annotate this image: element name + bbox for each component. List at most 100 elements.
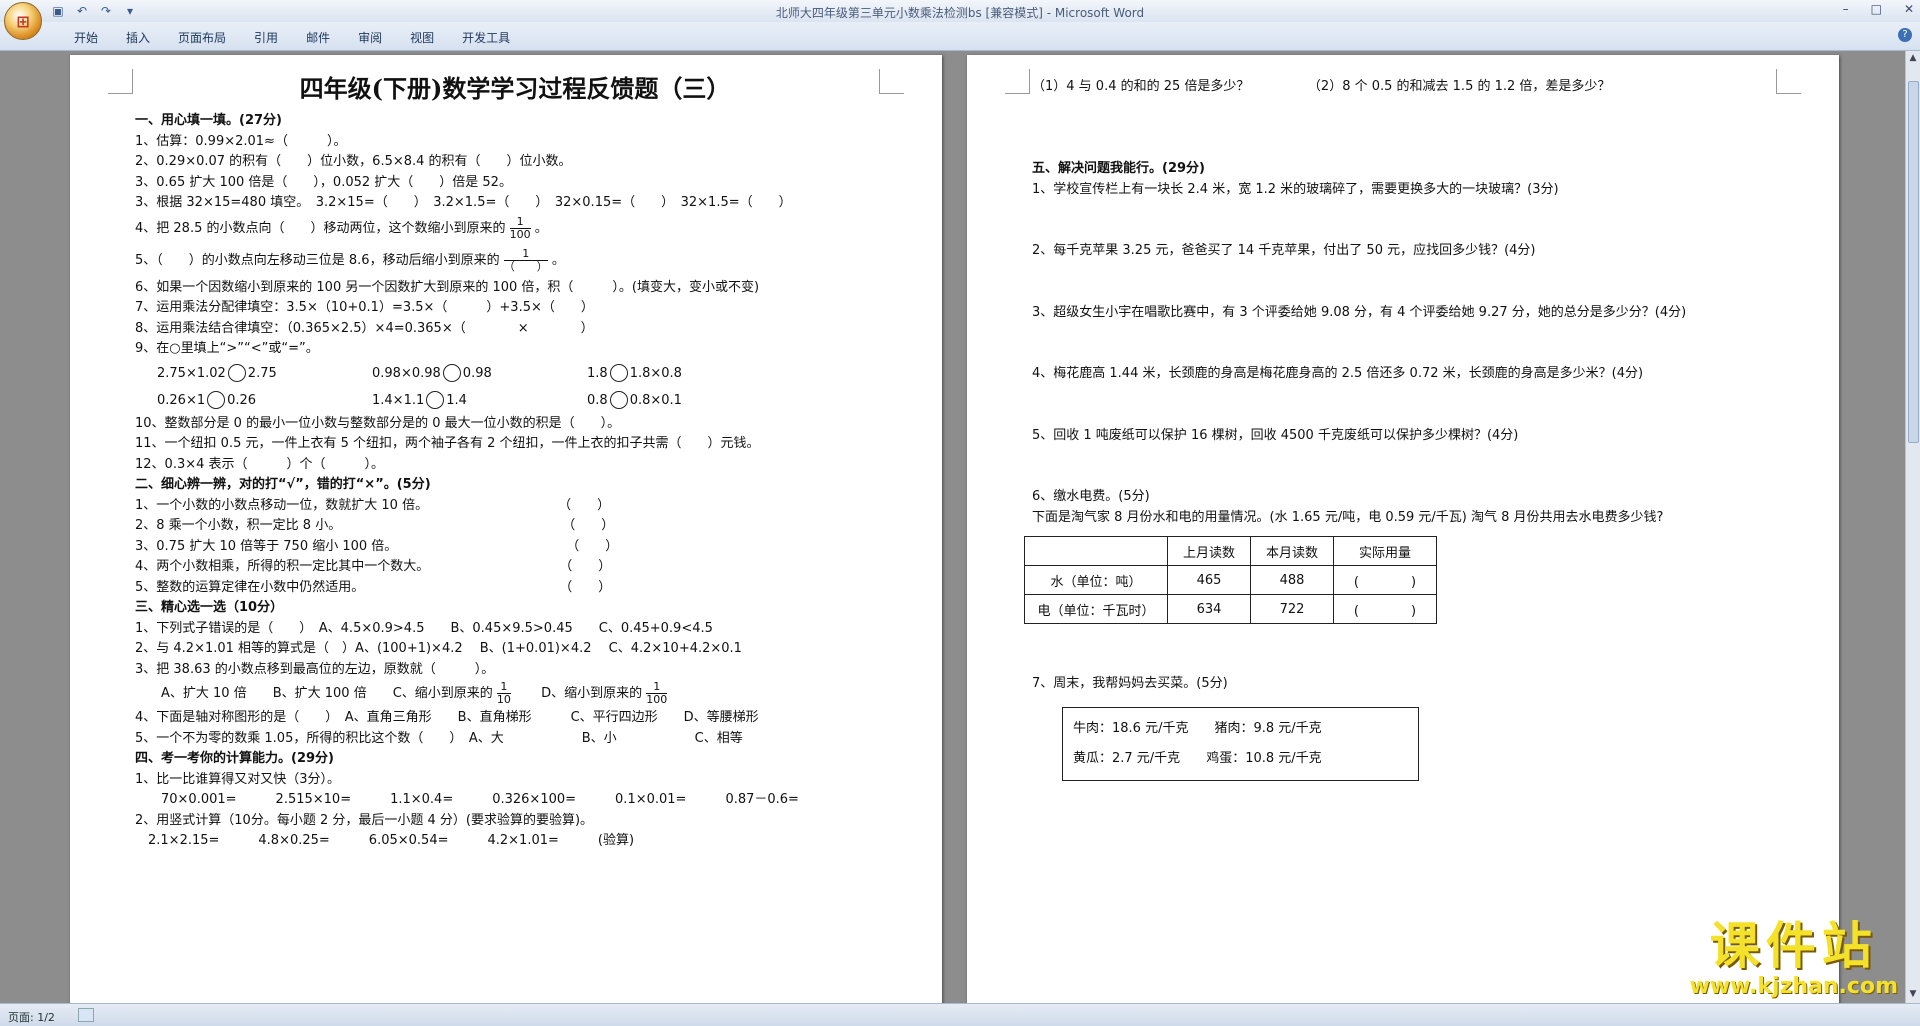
status-bar: 页面: 1/2 [0, 1003, 1920, 1026]
office-button[interactable]: ⊞ [4, 2, 42, 40]
question-line: 2、与 4.2×1.01 相等的算式是（ ）A、(100+1)×4.2 B、(1… [135, 641, 742, 656]
tab-references[interactable]: 引用 [240, 29, 292, 46]
page-2[interactable]: （1）4 与 0.4 的和的 25 倍是多少？ （2）8 个 0.5 的和减去 … [967, 55, 1839, 1003]
answer-circle[interactable] [442, 364, 461, 382]
vertical-scrollbar[interactable]: ▲ ▼ [1905, 51, 1920, 1003]
compare-row: 2.75×1.02 2.75 0.98×0.98 0.98 1.8 1.8×0.8 [135, 360, 895, 387]
table-cell: ( ) [1333, 565, 1437, 595]
fraction: 1 100 [646, 681, 668, 706]
question-line: 下面是淘气家 8 月份水和电的用量情况。(水 1.65 元/吨，电 0.59 元… [1032, 509, 1664, 525]
answer-circle[interactable] [609, 364, 628, 382]
compare-pair: 0.98×0.98 0.98 [372, 360, 587, 387]
table-header: 上月读数 [1167, 536, 1251, 566]
help-icon[interactable]: ? [1898, 28, 1912, 42]
question-line: A、扩大 10 倍 B、扩大 100 倍 C、缩小到原来的 1 10 D、缩小到原… [135, 680, 895, 708]
table-row: 水（单位：吨） 465 488 ( ) [1024, 565, 1437, 595]
question-line: 6、如果一个因数缩小到原来的 100 另一个因数扩大到原来的 100 倍，积（ … [135, 279, 760, 295]
compare-pair: 0.8 0.8×0.1 [587, 387, 737, 414]
fraction: 1 10 [496, 681, 511, 706]
question-text: 4、把 28.5 的小数点向（ ）移动两位，这个数缩小到原来的 [135, 220, 506, 236]
table-cell: 634 [1167, 594, 1251, 624]
question-line [1032, 467, 1792, 488]
question-line: 5、（ ）的小数点向左移动三位是 8.6，移动后缩小到原来的 1 （ ） 。 [135, 244, 895, 278]
question-line: 7、运用乘法分配律填空：3.5×（10+0.1）=3.5×（ ）+3.5×（ ） [135, 300, 594, 315]
question-line: 70×0.001= 2.515×10= 1.1×0.4= 0.326×100= … [135, 792, 799, 807]
tab-mailings[interactable]: 邮件 [292, 29, 344, 46]
table-cell: 488 [1250, 565, 1334, 595]
scroll-down-icon[interactable]: ▼ [1908, 989, 1918, 1001]
tab-view[interactable]: 视图 [396, 29, 448, 46]
table-cell: 722 [1250, 594, 1334, 624]
fraction: 1 100 [509, 215, 531, 241]
price-row: 黄瓜：2.7 元/千克 鸡蛋：10.8 元/千克 [1073, 744, 1408, 774]
tab-developer[interactable]: 开发工具 [448, 29, 524, 46]
question-line: 1、估算：0.99×2.01≈（ ）。 [135, 133, 347, 149]
document-area[interactable]: 四年级(下册)数学学习过程反馈题（三） 一、用心填一填。(27分) 1、估算：0.… [0, 51, 1906, 1003]
table-row: 电（单位：千瓦时） 634 722 ( ) [1024, 594, 1437, 624]
tab-review[interactable]: 审阅 [344, 29, 396, 46]
compare-left: 0.98×0.98 [372, 365, 441, 381]
table-header [1024, 536, 1168, 566]
question-line: 2、每千克苹果 3.25 元，爸爸买了 14 千克苹果，付出了 50 元，应找回… [1032, 243, 1536, 258]
question-line: 5、一个不为零的数乘 1.05，所得的积比这个数（ ） A、大 B、小 C、相等 [135, 730, 743, 746]
question-line: 4、下面是轴对称图形的是（ ） A、直角三角形 B、直角梯形 C、平行四边形 D… [135, 710, 759, 725]
compare-right: 2.75 [247, 365, 277, 381]
question-line [1032, 385, 1792, 406]
answer-circle[interactable] [227, 364, 246, 382]
question-line: 3、超级女生小宇在唱歌比赛中，有 3 个评委给她 9.08 分，有 4 个评委给… [1032, 304, 1687, 320]
section-heading: 五、解决问题我能行。(29分) [1032, 161, 1205, 176]
page-1-content: 四年级(下册)数学学习过程反馈题（三） 一、用心填一填。(27分) 1、估算：0.… [135, 67, 895, 852]
maximize-button[interactable]: □ [1871, 2, 1882, 16]
question-line: （1）4 与 0.4 的和的 25 倍是多少？ （2）8 个 0.5 的和减去 … [1032, 79, 1611, 94]
page-title: 四年级(下册)数学学习过程反馈题（三） [299, 74, 731, 103]
compare-left: 0.8 [587, 392, 608, 408]
tab-insert[interactable]: 插入 [112, 29, 164, 46]
proofing-icon[interactable] [78, 1008, 94, 1022]
page-2-content: （1）4 与 0.4 的和的 25 倍是多少？ （2）8 个 0.5 的和减去 … [1024, 77, 1792, 781]
fraction-denominator: 10 [496, 693, 511, 706]
section-block: （1）4 与 0.4 的和的 25 倍是多少？ （2）8 个 0.5 的和减去 … [1032, 77, 1792, 528]
question-line: 3、根据 32×15=480 填空。 3.2×15=（ ） 3.2×1.5=（ … [135, 195, 792, 210]
table-header: 实际用量 [1333, 536, 1437, 566]
table-cell: 电（单位：千瓦时） [1024, 594, 1168, 624]
question-line [1032, 262, 1792, 283]
question-line: 4、梅花鹿高 1.44 米，长颈鹿的身高是梅花鹿身高的 2.5 倍还多 0.72… [1032, 366, 1644, 381]
scroll-up-icon[interactable]: ▲ [1908, 53, 1918, 65]
question-line: 2.1×2.15= 4.8×0.25= 6.05×0.54= 4.2×1.01=… [135, 833, 635, 848]
tab-page-layout[interactable]: 页面布局 [164, 29, 240, 46]
table-cell: 465 [1167, 565, 1251, 595]
question-line: 5、回收 1 吨废纸可以保护 16 棵树，回收 4500 千克废纸可以保护多少棵… [1032, 427, 1519, 443]
question-line: 1、比一比谁算得又对又快（3分）。 [135, 771, 341, 787]
scroll-thumb[interactable] [1908, 81, 1919, 443]
question-line: 1、下列式子错误的是（ ） A、4.5×0.9>4.5 B、0.45×9.5>0… [135, 620, 713, 636]
question-line: 1、学校宣传栏上有一块长 2.4 米，宽 1.2 米的玻璃碎了，需要更换多大的一… [1032, 181, 1559, 197]
question-line: 6、缴水电费。(5分) [1032, 489, 1150, 504]
question-line: 2、0.29×0.07 的积有（ ）位小数，6.5×8.4 的积有（ ）位小数。 [135, 154, 572, 169]
compare-left: 2.75×1.02 [157, 365, 226, 381]
question-line [1032, 139, 1792, 160]
compare-pair: 1.4×1.1 1.4 [372, 387, 587, 414]
watermark-url: www.kjzhan.com [1689, 974, 1898, 999]
close-button[interactable]: ✕ [1904, 2, 1914, 16]
crop-mark [1005, 69, 1030, 94]
section-heading: 一、用心填一填。(27分) [135, 113, 282, 128]
compare-block: 2.75×1.02 2.75 0.98×0.98 0.98 1.8 1.8×0.8 0.26… [135, 360, 895, 414]
question-line: 9、在○里填上“>”“<”或“=”。 [135, 341, 319, 356]
compare-left: 1.8 [587, 365, 608, 381]
page-1[interactable]: 四年级(下册)数学学习过程反馈题（三） 一、用心填一填。(27分) 1、估算：0.… [70, 55, 942, 1003]
price-item: 鸡蛋：10.8 元/千克 [1206, 750, 1322, 766]
question-line: 8、运用乘法结合律填空：（0.365×2.5）×4=0.365×（ × ） [135, 320, 594, 336]
answer-circle[interactable] [609, 391, 628, 409]
question-line [1032, 446, 1792, 467]
section-heading: 二、细心辨一辨，对的打“√”，错的打“×”。(5分) [135, 477, 431, 492]
question-line: 7、周末，我帮妈妈去买菜。(5分) [1032, 676, 1228, 691]
answer-circle[interactable] [207, 391, 226, 409]
page-indicator[interactable]: 页面: 1/2 [8, 1009, 55, 1025]
tab-home[interactable]: 开始 [60, 29, 112, 46]
question-line: 10、整数部分是 0 的最小一位小数与整数部分是的 0 最大一位小数的积是（ ）… [135, 415, 621, 431]
section-heading: 四、考一考你的计算能力。(29分) [135, 751, 334, 766]
question-line: 12、0.3×4 表示（ ）个（ ）。 [135, 456, 385, 472]
minimize-button[interactable]: – [1843, 2, 1849, 16]
section-heading: 三、精心选一选（10分） [135, 600, 284, 615]
answer-circle[interactable] [426, 391, 445, 409]
